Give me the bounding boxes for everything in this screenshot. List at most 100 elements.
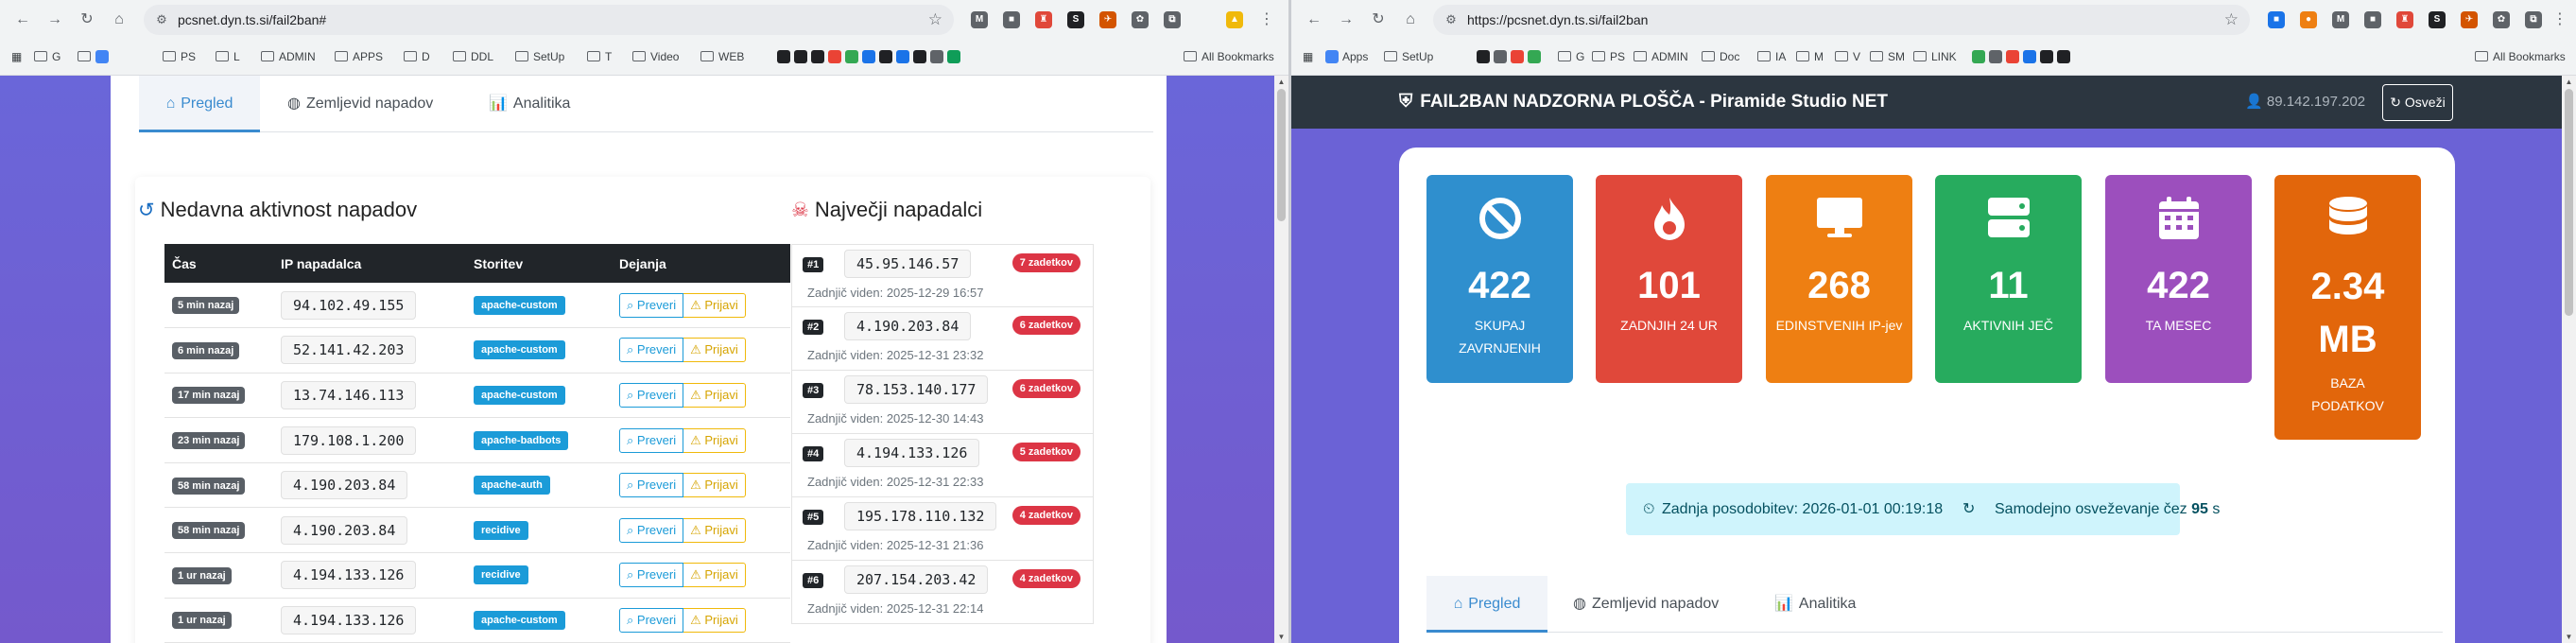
- list-item[interactable]: #4 4.194.133.126 5 zadetkov Zadnjič viden: …: [791, 434, 1094, 497]
- update-info-bar: ⏲ Zadnja posodobitev: 2026-01-01 00:19:1…: [1626, 483, 2220, 535]
- extension-icon[interactable]: ✈: [1099, 11, 1116, 28]
- address-bar[interactable]: ⚙ https://pcsnet.dyn.ts.si/fail2ban ☆: [1433, 5, 2250, 35]
- bookmark-folder[interactable]: ADMIN: [1634, 45, 1688, 68]
- extension-icon[interactable]: M: [2332, 11, 2349, 28]
- forward-button[interactable]: →: [43, 9, 66, 31]
- browser-chrome: ← → ↻ ⌂ ⚙ pcsnet.dyn.ts.si/fail2ban# ☆ M…: [0, 0, 1288, 76]
- extension-icon[interactable]: ✿: [1132, 11, 1149, 28]
- bookmark-folder[interactable]: SetUp: [515, 45, 564, 68]
- bookmark-folder[interactable]: WEB: [700, 45, 744, 68]
- extension-icon[interactable]: ●: [2300, 11, 2317, 28]
- page-scrollbar[interactable]: ▲ ▼: [2562, 76, 2576, 643]
- page-scrollbar[interactable]: ▲ ▼: [1274, 76, 1288, 643]
- tab-attack-map[interactable]: ◍ Zemljevid napadov: [1573, 576, 1719, 633]
- site-info-icon[interactable]: ⚙: [153, 11, 170, 28]
- bookmark-folder[interactable]: [78, 45, 112, 68]
- tab-analytics[interactable]: 📊 Analitika: [1774, 576, 1856, 633]
- tab-overview[interactable]: ⌂ Pregled: [1426, 576, 1547, 633]
- refresh-button[interactable]: ↻ Osveži: [2382, 84, 2453, 121]
- report-button[interactable]: ⚠ Prijavi: [683, 563, 746, 588]
- extension-icon[interactable]: S: [2429, 11, 2446, 28]
- tab-attack-map[interactable]: ◍ Zemljevid napadov: [287, 76, 433, 132]
- report-button[interactable]: ⚠ Prijavi: [683, 427, 746, 453]
- warning-icon: ⚠: [690, 432, 705, 447]
- site-info-icon[interactable]: ⚙: [1443, 11, 1460, 28]
- stat-label: EDINSTVENIH IP-jev: [1775, 318, 1903, 333]
- bookmark-favicons[interactable]: [777, 45, 964, 68]
- bookmark-folder[interactable]: M: [1796, 45, 1824, 68]
- back-button[interactable]: ←: [11, 9, 34, 31]
- bookmark-apps[interactable]: Apps: [1325, 45, 1368, 68]
- bookmark-folder[interactable]: D: [404, 45, 430, 68]
- all-bookmarks[interactable]: All Bookmarks: [2475, 45, 2566, 68]
- report-button[interactable]: ⚠ Prijavi: [683, 607, 746, 633]
- extension-icon[interactable]: ■: [2268, 11, 2285, 28]
- bookmark-folder[interactable]: G: [1558, 45, 1584, 68]
- list-item[interactable]: #2 4.190.203.84 6 zadetkov Zadnjič viden: 2…: [791, 307, 1094, 371]
- list-item[interactable]: #1 45.95.146.57 7 zadetkov Zadnjič viden: 2…: [791, 244, 1094, 307]
- report-button[interactable]: ⚠ Prijavi: [683, 517, 746, 543]
- service-badge: recidive: [474, 520, 528, 540]
- extension-icon[interactable]: ✿: [2493, 11, 2510, 28]
- list-item[interactable]: #6 207.154.203.42 4 zadetkov Zadnjič viden:…: [791, 561, 1094, 624]
- all-bookmarks[interactable]: All Bookmarks: [1184, 45, 1274, 68]
- bookmark-favicons[interactable]: [1477, 45, 1545, 68]
- extension-icon[interactable]: ▲: [1226, 11, 1243, 28]
- apps-grid-icon[interactable]: ▦: [1303, 45, 1313, 68]
- apps-grid-icon[interactable]: ▦: [11, 45, 22, 68]
- forward-button[interactable]: →: [1335, 9, 1357, 31]
- bookmark-folder[interactable]: SM: [1870, 45, 1905, 68]
- extension-icon[interactable]: ✈: [2461, 11, 2478, 28]
- bookmark-folder[interactable]: APPS: [335, 45, 383, 68]
- last-update-text: Zadnja posodobitev: 2026-01-01 00:19:18: [1662, 501, 1944, 517]
- tab-overview[interactable]: ⌂ Pregled: [139, 76, 260, 132]
- bookmark-folder[interactable]: SetUp: [1384, 45, 1433, 68]
- tab-analytics[interactable]: 📊 Analitika: [489, 76, 570, 132]
- extension-icon[interactable]: ♜: [2396, 11, 2413, 28]
- home-button[interactable]: ⌂: [108, 9, 130, 31]
- check-button[interactable]: ⌕ Preveri: [619, 607, 684, 633]
- extension-icon[interactable]: M: [971, 11, 988, 28]
- bookmark-folder[interactable]: L: [216, 45, 240, 68]
- check-button[interactable]: ⌕ Preveri: [619, 338, 684, 363]
- bookmark-folder[interactable]: PS: [1592, 45, 1625, 68]
- bookmark-folder[interactable]: Doc: [1702, 45, 1739, 68]
- report-button[interactable]: ⚠ Prijavi: [683, 338, 746, 363]
- list-item[interactable]: #3 78.153.140.177 6 zadetkov Zadnjič viden:…: [791, 371, 1094, 434]
- address-bar[interactable]: ⚙ pcsnet.dyn.ts.si/fail2ban# ☆: [144, 5, 954, 35]
- menu-icon[interactable]: ⋮: [2549, 9, 2571, 31]
- report-button[interactable]: ⚠ Prijavi: [683, 292, 746, 318]
- bookmark-star-icon[interactable]: ☆: [2224, 5, 2239, 35]
- list-item[interactable]: #5 195.178.110.132 4 zadetkov Zadnjič viden…: [791, 497, 1094, 561]
- bookmark-star-icon[interactable]: ☆: [928, 5, 942, 35]
- check-button[interactable]: ⌕ Preveri: [619, 382, 684, 408]
- check-button[interactable]: ⌕ Preveri: [619, 563, 684, 588]
- puzzle-icon[interactable]: ⧉: [1164, 11, 1181, 28]
- extension-icon[interactable]: ■: [1003, 11, 1020, 28]
- bookmark-folder[interactable]: LINK: [1913, 45, 1957, 68]
- reload-button[interactable]: ↻: [76, 9, 98, 31]
- check-button[interactable]: ⌕ Preveri: [619, 473, 684, 498]
- check-button[interactable]: ⌕ Preveri: [619, 517, 684, 543]
- bookmark-folder[interactable]: G: [34, 45, 61, 68]
- extension-icon[interactable]: ♜: [1035, 11, 1052, 28]
- bookmark-folder[interactable]: ADMIN: [261, 45, 316, 68]
- bookmark-favicons[interactable]: [1972, 45, 2074, 68]
- home-button[interactable]: ⌂: [1399, 9, 1422, 31]
- report-button[interactable]: ⚠ Prijavi: [683, 473, 746, 498]
- check-button[interactable]: ⌕ Preveri: [619, 292, 684, 318]
- check-button[interactable]: ⌕ Preveri: [619, 427, 684, 453]
- extension-icon[interactable]: ■: [2364, 11, 2381, 28]
- reload-button[interactable]: ↻: [1367, 9, 1390, 31]
- back-button[interactable]: ←: [1303, 9, 1325, 31]
- extension-icon[interactable]: S: [1067, 11, 1084, 28]
- report-button[interactable]: ⚠ Prijavi: [683, 382, 746, 408]
- menu-icon[interactable]: ⋮: [1255, 9, 1278, 31]
- bookmark-folder[interactable]: IA: [1757, 45, 1786, 68]
- bookmark-folder[interactable]: Video: [632, 45, 679, 68]
- bookmark-folder[interactable]: T: [587, 45, 612, 68]
- bookmark-folder[interactable]: DDL: [453, 45, 493, 68]
- bookmark-folder[interactable]: PS: [163, 45, 196, 68]
- bookmark-folder[interactable]: V: [1835, 45, 1860, 68]
- recent-attacks-title: ↺ Nedavna aktivnost napadov: [138, 198, 418, 221]
